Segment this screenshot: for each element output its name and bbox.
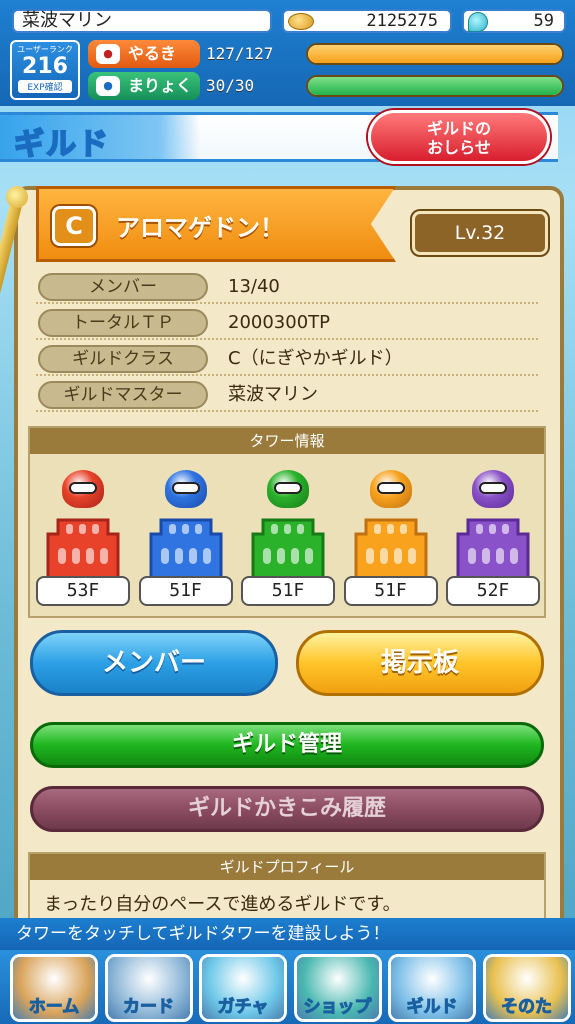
tower-building <box>249 500 327 586</box>
mana-label: ● まりょく <box>88 72 200 100</box>
info-label: ギルドマスター <box>38 381 208 409</box>
stamina-value: 127/127 <box>206 44 274 63</box>
info-value: 2000300TP <box>228 312 331 333</box>
nav-label: ホーム <box>28 997 80 1018</box>
gem-counter[interactable]: 59 <box>462 9 566 33</box>
puyo-eyes-icon <box>171 482 200 494</box>
nav-shop[interactable]: ショップ <box>293 954 382 1022</box>
guild-tower-yellow[interactable]: 51F <box>343 466 438 610</box>
info-label: ギルドクラス <box>38 345 208 373</box>
nav-other[interactable]: そのた <box>482 954 571 1022</box>
coin-icon <box>288 13 314 30</box>
hint-ticker: タワーをタッチしてギルドタワーを建設しよう！ <box>0 918 575 950</box>
status-bar: 菜波マリン 2125275 59 ユーザーランク 216 EXP確認 ● やるき… <box>0 0 575 106</box>
tower-floor-label: 51F <box>138 576 233 606</box>
guild-tower-green[interactable]: 51F <box>241 466 335 610</box>
coin-counter: 2125275 <box>282 9 452 33</box>
info-row-total-tp: トータルＴＰ 2000300TP <box>36 306 538 340</box>
guild-level: Lv.32 <box>412 211 548 255</box>
guild-news-button[interactable]: ギルドの おしらせ <box>368 110 550 164</box>
guild-post-history-button[interactable]: ギルドかきこみ履歴 <box>30 786 544 832</box>
coin-value: 2125275 <box>366 11 438 31</box>
nav-guild[interactable]: ギルド <box>388 954 476 1022</box>
puyo-eyes-icon <box>274 482 302 494</box>
tower-building <box>352 500 430 586</box>
nav-label: ギルド <box>406 997 458 1018</box>
puyo-eyes-icon <box>479 482 507 494</box>
bulletin-board-button[interactable]: 掲示板 <box>296 630 544 696</box>
flag-pole-top <box>6 186 28 208</box>
info-row-guild-master: ギルドマスター 菜波マリン <box>36 378 538 412</box>
tower-floor-label: 51F <box>241 576 335 606</box>
tower-building <box>44 500 122 586</box>
mana-icon: ● <box>96 76 120 96</box>
mana-fill <box>308 77 562 95</box>
mana-value: 30/30 <box>206 76 255 95</box>
mana-bar <box>306 75 564 97</box>
page-title: ギルド <box>13 126 110 163</box>
info-value: 13/40 <box>228 276 280 297</box>
tower-section: タワー情報 53F 51F 51F 51F 52F <box>28 426 546 618</box>
nav-card[interactable]: カード <box>104 954 193 1022</box>
tower-building <box>454 500 532 586</box>
stamina-row: ● やるき 127/127 <box>88 40 566 68</box>
info-label: メンバー <box>38 273 208 301</box>
nav-label: そのた <box>501 997 553 1018</box>
guild-name: アロマゲドン！ <box>116 214 284 242</box>
tower-floor-label: 51F <box>343 576 438 606</box>
guild-profile-text: まったり自分のペースで進めるギルドです。 <box>44 894 401 915</box>
member-button[interactable]: メンバー <box>30 630 278 696</box>
tower-building <box>147 500 225 586</box>
puyo-eyes-icon <box>376 482 405 494</box>
nav-gacha[interactable]: ガチャ <box>199 954 287 1022</box>
user-rank[interactable]: ユーザーランク 216 EXP確認 <box>10 40 80 100</box>
puyo-eyes-icon <box>69 482 97 494</box>
info-label: トータルＴＰ <box>38 309 208 337</box>
guild-tower-blue[interactable]: 51F <box>138 466 233 610</box>
bottom-navigation: ホーム カード ガチャ ショップ ギルド そのた <box>0 950 575 1024</box>
mana-row: ● まりょく 30/30 <box>88 72 566 100</box>
tower-section-title: タワー情報 <box>30 428 544 454</box>
guild-profile-title: ギルドプロフィール <box>30 854 544 880</box>
stamina-bar <box>306 43 564 65</box>
nav-label: ショップ <box>303 997 372 1018</box>
stamina-icon: ● <box>96 44 120 64</box>
tower-floor-label: 52F <box>446 576 540 606</box>
guild-manage-button[interactable]: ギルド管理 <box>30 722 544 768</box>
info-value: 菜波マリン <box>228 384 318 405</box>
stamina-fill <box>308 45 562 63</box>
guild-class-badge: C <box>52 206 96 246</box>
guild-tower-red[interactable]: 53F <box>36 466 130 610</box>
exp-check[interactable]: EXP確認 <box>18 80 72 93</box>
nav-home[interactable]: ホーム <box>10 954 98 1022</box>
tower-floor-label: 53F <box>36 576 130 606</box>
guild-tower-purple[interactable]: 52F <box>446 466 540 610</box>
rank-value: 216 <box>22 54 68 79</box>
guild-news-label: ギルドの おしらせ <box>426 119 491 157</box>
gem-icon <box>468 12 488 32</box>
gem-value: 59 <box>533 11 554 31</box>
guild-profile: ギルドプロフィール まったり自分のペースで進めるギルドです。 <box>28 852 546 922</box>
nav-label: カード <box>123 997 175 1018</box>
stamina-label: ● やるき <box>88 40 200 68</box>
info-row-guild-class: ギルドクラス C（にぎやかギルド） <box>36 342 538 376</box>
info-value: C（にぎやかギルド） <box>228 348 403 369</box>
nav-label: ガチャ <box>217 997 269 1018</box>
info-row-members: メンバー 13/40 <box>36 270 538 304</box>
player-name[interactable]: 菜波マリン <box>12 9 272 33</box>
